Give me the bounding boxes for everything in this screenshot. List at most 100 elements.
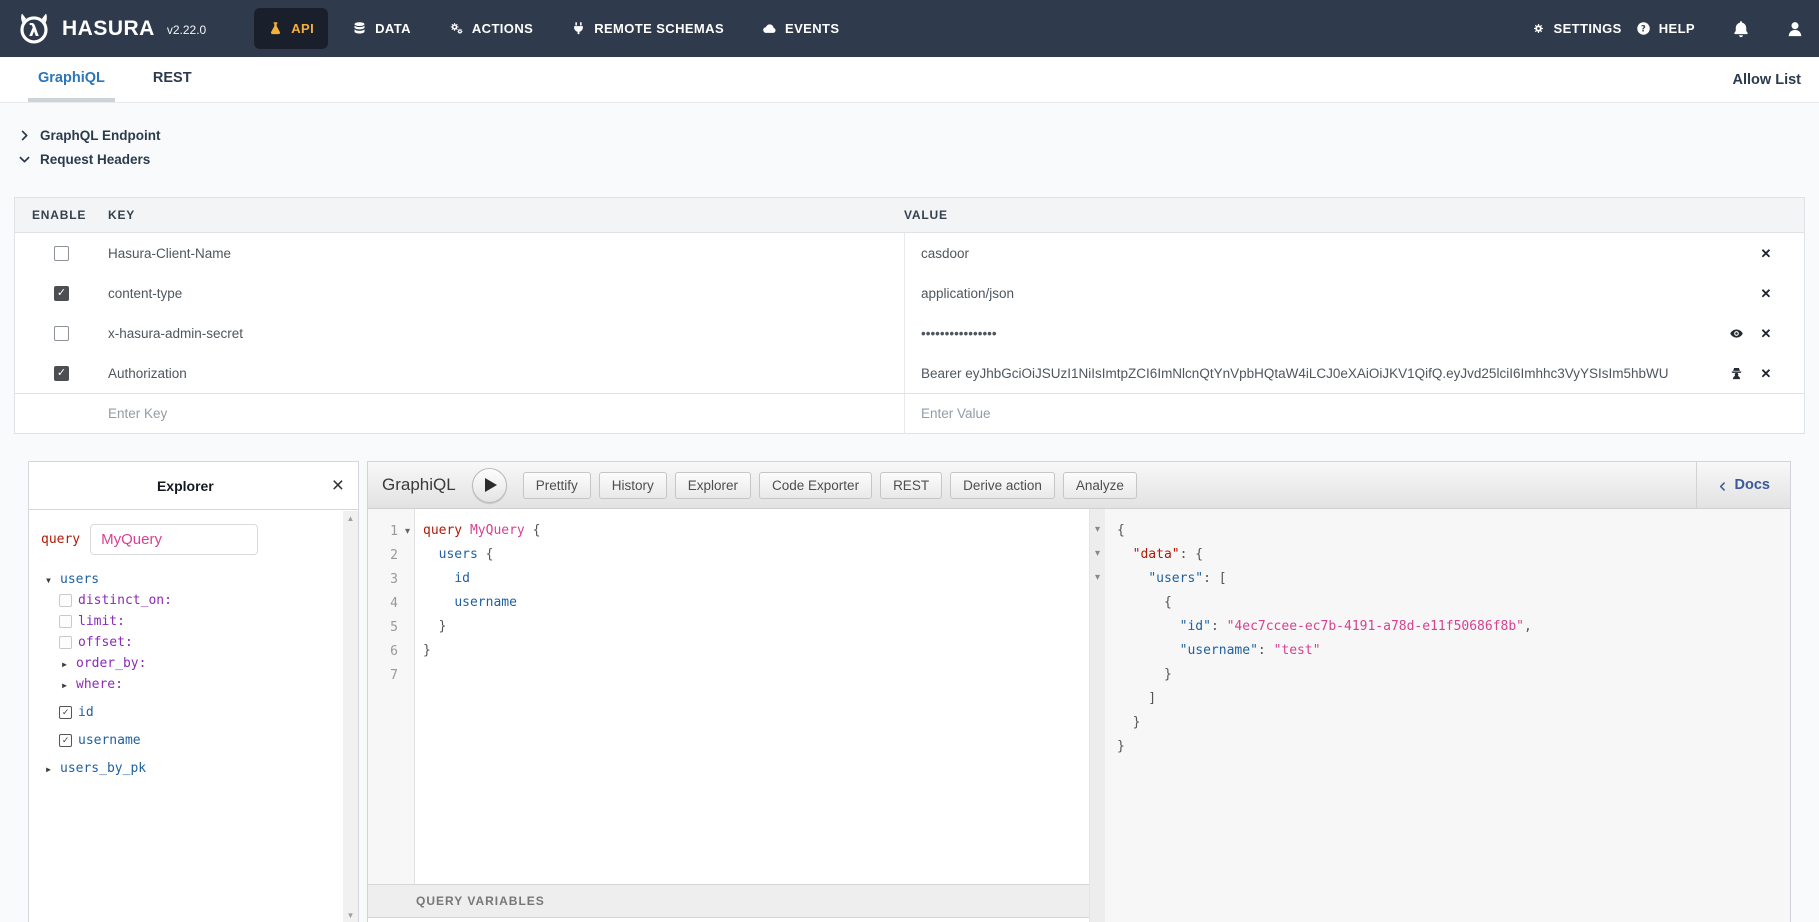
result-gutter: ▾▾▾ xyxy=(1090,509,1105,922)
header-row-x-hasura-admin-secret: x-hasura-admin-secret••••••••••••••••✕ xyxy=(15,313,1804,353)
header-key-input[interactable]: Authorization xyxy=(108,353,904,393)
eye-icon[interactable] xyxy=(1728,325,1744,341)
line-number: 2 xyxy=(368,543,414,567)
execute-query-button[interactable] xyxy=(472,468,507,503)
close-icon[interactable]: ✕ xyxy=(1758,365,1774,381)
header-value-input[interactable]: application/json✕ xyxy=(904,273,1804,313)
tree-expand-icon[interactable]: ▸ xyxy=(59,678,70,692)
explorer-node-username[interactable]: ✓username xyxy=(41,730,346,751)
tree-expand-icon[interactable]: ▸ xyxy=(43,762,54,776)
nav-item-api[interactable]: API xyxy=(254,8,328,49)
line-number: 3 xyxy=(368,567,414,591)
secret-icon[interactable] xyxy=(1728,365,1744,381)
request-headers-table: ENABLEKEYVALUE Hasura-Client-Namecasdoor… xyxy=(14,197,1805,434)
code-line: query MyQuery { xyxy=(423,519,1089,543)
tab-rest[interactable]: REST xyxy=(143,57,202,102)
header-value-input[interactable]: ••••••••••••••••✕ xyxy=(904,313,1804,353)
query-name-input[interactable] xyxy=(90,524,258,555)
header-enable-checkbox[interactable] xyxy=(54,246,69,261)
fold-arrow-icon[interactable]: ▾ xyxy=(1090,519,1105,543)
new-header-key-input[interactable] xyxy=(108,406,894,421)
header-value-input[interactable]: casdoor✕ xyxy=(904,233,1804,273)
explorer-title: Explorer xyxy=(41,478,330,494)
explorer-node-id[interactable]: ✓id xyxy=(41,702,346,723)
editor-code[interactable]: query MyQuery { users { id username }} xyxy=(415,509,1089,884)
svg-text:λ: λ xyxy=(29,20,39,39)
help-icon: ? xyxy=(1636,21,1651,36)
scroll-down-icon[interactable]: ▼ xyxy=(347,911,355,920)
hasura-logo-icon[interactable]: λ xyxy=(14,9,54,49)
tabs: GraphiQL REST xyxy=(14,57,216,102)
explorer-scrollbar[interactable]: ▲ ▼ xyxy=(343,511,358,922)
prettify-button[interactable]: Prettify xyxy=(523,472,591,499)
explorer-field-checkbox[interactable]: ✓ xyxy=(59,706,72,719)
header-enable-checkbox[interactable] xyxy=(54,326,69,341)
table-body: Hasura-Client-Namecasdoor✕ ✓ content-typea… xyxy=(15,233,1804,433)
explorer-node-where[interactable]: ▸where: xyxy=(41,674,346,695)
fold-arrow-icon[interactable]: ▾ xyxy=(1090,543,1105,567)
fold-arrow-icon[interactable]: ▾ xyxy=(401,526,414,537)
header-value-input[interactable]: Bearer eyJhbGciOiJSUzI1NiIsImtpZCI6ImNlc… xyxy=(904,353,1804,393)
derive-action-button[interactable]: Derive action xyxy=(950,472,1055,499)
header-row-hasura-client-name: Hasura-Client-Namecasdoor✕ xyxy=(15,233,1804,273)
nav-item-help[interactable]: ?HELP xyxy=(1634,13,1697,44)
explorer-node-users[interactable]: ▾users xyxy=(41,569,346,590)
nav-item-actions[interactable]: ACTIONS xyxy=(435,8,547,49)
query-keyword-label: query xyxy=(41,532,80,547)
explorer-button[interactable]: Explorer xyxy=(675,472,751,499)
fold-spacer xyxy=(1090,639,1105,663)
query-variables-editor[interactable] xyxy=(368,918,1089,922)
chevron-down-icon xyxy=(18,153,31,166)
explorer-node-order-by[interactable]: ▸order_by: xyxy=(41,653,346,674)
explorer-node-users-by-pk[interactable]: ▸users_by_pk xyxy=(41,758,346,779)
tree-collapse-icon[interactable]: ▾ xyxy=(43,573,54,587)
tab-graphiql[interactable]: GraphiQL xyxy=(28,57,115,102)
fold-arrow-icon[interactable]: ▾ xyxy=(1090,567,1105,591)
explorer-field-checkbox[interactable] xyxy=(59,615,72,628)
explorer-node-distinct-on[interactable]: distinct_on: xyxy=(41,590,346,611)
tree-expand-icon[interactable]: ▸ xyxy=(59,657,70,671)
section-graphql-endpoint[interactable]: GraphQL Endpoint xyxy=(14,123,1805,147)
new-header-row xyxy=(15,393,1804,433)
rest-button[interactable]: REST xyxy=(880,472,942,499)
chevron-right-icon xyxy=(18,129,31,142)
code-exporter-button[interactable]: Code Exporter xyxy=(759,472,872,499)
nav-right-items: SETTINGS ?HELP xyxy=(1529,13,1698,44)
nav-item-settings[interactable]: SETTINGS xyxy=(1529,13,1624,44)
header-row-authorization: ✓ AuthorizationBearer eyJhbGciOiJSUzI1NiI… xyxy=(15,353,1804,393)
explorer-node-offset[interactable]: offset: xyxy=(41,632,346,653)
explorer-close-icon[interactable]: × xyxy=(330,475,346,496)
fold-spacer xyxy=(1090,687,1105,711)
nav-item-remote-schemas[interactable]: REMOTE SCHEMAS xyxy=(557,8,738,49)
allow-list-link[interactable]: Allow List xyxy=(1733,57,1805,102)
close-icon[interactable]: ✕ xyxy=(1758,285,1774,301)
code-line: } xyxy=(423,639,1089,663)
header-enable-checkbox[interactable]: ✓ xyxy=(54,366,69,381)
close-icon[interactable]: ✕ xyxy=(1758,325,1774,341)
explorer-field-checkbox[interactable] xyxy=(59,636,72,649)
bell-icon[interactable] xyxy=(1731,19,1751,39)
scroll-up-icon[interactable]: ▲ xyxy=(347,514,355,523)
explorer-field-checkbox[interactable]: ✓ xyxy=(59,734,72,747)
history-button[interactable]: History xyxy=(599,472,667,499)
nav-item-data[interactable]: DATA xyxy=(338,8,425,49)
header-enable-checkbox[interactable]: ✓ xyxy=(54,286,69,301)
line-number: 1▾ xyxy=(368,519,414,543)
explorer-field-checkbox[interactable] xyxy=(59,594,72,607)
new-header-value-input[interactable] xyxy=(921,406,1804,421)
close-icon[interactable]: ✕ xyxy=(1758,245,1774,261)
header-key-input[interactable]: Hasura-Client-Name xyxy=(108,233,904,273)
query-variables-bar[interactable]: QUERY VARIABLES xyxy=(368,884,1089,918)
result-line: } xyxy=(1117,663,1790,687)
explorer-node-limit[interactable]: limit: xyxy=(41,611,346,632)
user-icon[interactable] xyxy=(1785,19,1805,39)
fold-spacer xyxy=(1090,615,1105,639)
section-request-headers[interactable]: Request Headers xyxy=(14,147,1805,171)
docs-button[interactable]: Docs xyxy=(1696,462,1790,508)
cloud-icon xyxy=(762,21,777,36)
header-key-input[interactable]: content-type xyxy=(108,273,904,313)
query-editor[interactable]: 1▾234567 query MyQuery { users { id user… xyxy=(368,509,1089,884)
analyze-button[interactable]: Analyze xyxy=(1063,472,1137,499)
nav-item-events[interactable]: EVENTS xyxy=(748,8,853,49)
header-key-input[interactable]: x-hasura-admin-secret xyxy=(108,313,904,353)
